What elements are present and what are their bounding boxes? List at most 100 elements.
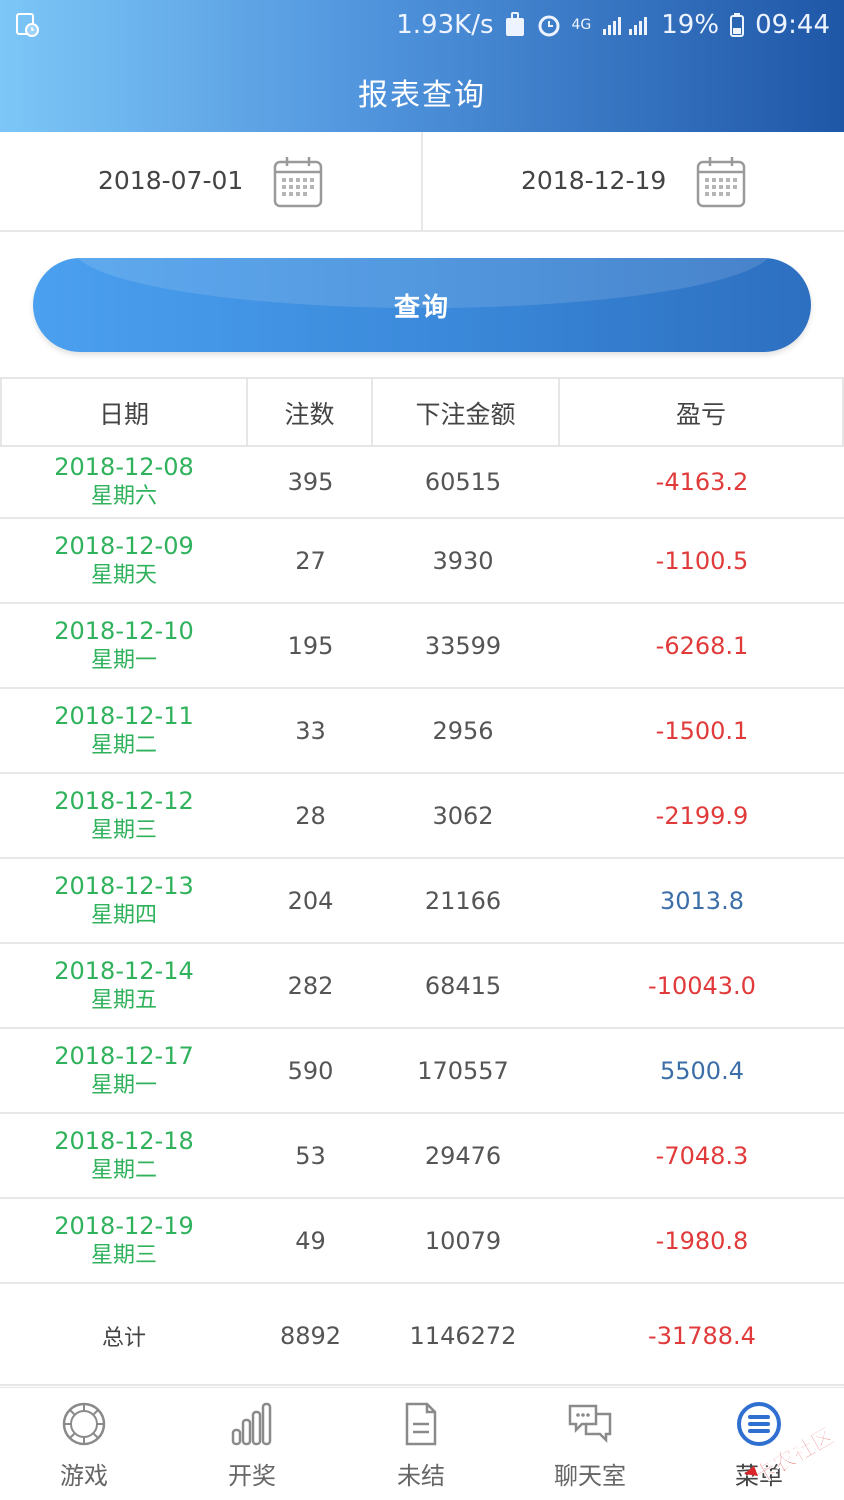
totals-count: 8892 <box>279 1322 342 1350</box>
table-row: 2018-12-13 星期四 204 21166 3013.8 <box>0 859 844 944</box>
row-date-cell: 2018-12-17 星期一 <box>0 1029 248 1112</box>
row-count: 28 <box>295 801 326 830</box>
row-amount: 68415 <box>424 971 502 1000</box>
row-date: 2018-12-11 <box>54 701 194 730</box>
row-weekday: 星期六 <box>90 484 157 509</box>
row-profit-loss: -10043.0 <box>648 971 756 1000</box>
nav-item-games[interactable]: 游戏 <box>0 1388 168 1500</box>
row-count: 282 <box>287 971 334 1000</box>
chat-icon <box>568 1404 612 1444</box>
end-date-field[interactable]: 2018-12-19 <box>423 132 844 232</box>
table-row: 2018-12-10 星期一 195 33599 -6268.1 <box>0 604 844 689</box>
alarm-icon <box>538 15 559 37</box>
table-row: 2018-12-12 星期三 28 3062 -2199.9 <box>0 774 844 859</box>
roulette-icon <box>62 1402 106 1446</box>
row-count: 33 <box>295 716 326 745</box>
date-range-picker: 2018-07-01 2018-12-19 <box>0 132 844 232</box>
row-weekday: 星期二 <box>90 1157 157 1183</box>
calendar-icon[interactable] <box>273 156 323 208</box>
end-date-value: 2018-12-19 <box>521 166 667 195</box>
report-query-screen: 1.93K/s 4G 19% 09:44 报表查询 2018-07-01 201… <box>0 0 844 1500</box>
row-count: 590 <box>287 1056 334 1085</box>
row-date-cell: 2018-12-13 星期四 <box>0 859 248 942</box>
screen-record-icon <box>16 13 39 37</box>
calendar-icon[interactable] <box>696 156 746 208</box>
row-count: 195 <box>287 631 334 660</box>
row-amount: 2956 <box>432 716 494 745</box>
watermark-logo: 卡农社区 <box>734 1422 844 1492</box>
row-weekday: 星期二 <box>90 732 157 758</box>
row-date: 2018-12-19 <box>54 1211 194 1240</box>
battery-percent: 19% <box>661 10 720 40</box>
row-date-cell: 2018-12-19 星期三 <box>0 1199 248 1282</box>
status-bar: 1.93K/s 4G 19% 09:44 <box>0 0 844 54</box>
row-amount: 170557 <box>417 1056 509 1085</box>
document-icon <box>405 1402 437 1446</box>
nav-item-chat-room[interactable]: 聊天室 <box>506 1388 674 1500</box>
row-amount: 29476 <box>424 1141 502 1170</box>
battery-icon <box>730 13 745 37</box>
row-count: 53 <box>295 1141 326 1170</box>
query-button-label: 查询 <box>393 292 450 323</box>
row-profit-loss: -2199.9 <box>655 801 749 830</box>
row-amount: 60515 <box>424 468 502 496</box>
row-amount: 21166 <box>424 886 502 915</box>
row-profit-loss: 3013.8 <box>660 886 744 915</box>
row-date: 2018-12-08 <box>54 453 194 481</box>
query-button[interactable]: 查询 <box>33 258 811 352</box>
table-row: 2018-12-08 星期六 395 60515 -4163.2 <box>0 447 844 519</box>
row-count: 395 <box>287 468 334 496</box>
table-row: 2018-12-14 星期五 282 68415 -10043.0 <box>0 944 844 1029</box>
nav-label: 聊天室 <box>554 1462 626 1490</box>
row-date-cell: 2018-12-10 星期一 <box>0 604 248 687</box>
page-title: 报表查询 <box>358 78 486 113</box>
row-date: 2018-12-18 <box>54 1126 194 1155</box>
totals-amount: 1146272 <box>409 1322 517 1350</box>
nav-label: 未结 <box>397 1462 445 1490</box>
table-header: 日期 注数 下注金额 盈亏 <box>0 377 844 447</box>
row-date: 2018-12-14 <box>54 956 194 985</box>
row-weekday: 星期一 <box>90 1072 157 1098</box>
row-profit-loss: -6268.1 <box>655 631 749 660</box>
row-profit-loss: -4163.2 <box>655 468 749 496</box>
row-amount: 3062 <box>432 801 494 830</box>
column-header-count: 注数 <box>248 379 373 447</box>
row-profit-loss: -7048.3 <box>655 1141 749 1170</box>
start-date-field[interactable]: 2018-07-01 <box>0 132 421 232</box>
row-count: 49 <box>295 1226 326 1255</box>
totals-label: 总计 <box>101 1326 146 1351</box>
totals-profit-loss: -31788.4 <box>648 1322 756 1350</box>
row-date-cell: 2018-12-11 星期二 <box>0 689 248 772</box>
row-count: 204 <box>287 886 334 915</box>
lock-notification-icon <box>505 12 524 36</box>
row-date: 2018-12-17 <box>54 1041 194 1070</box>
row-date-cell: 2018-12-12 星期三 <box>0 774 248 857</box>
row-count: 27 <box>295 546 326 575</box>
row-weekday: 星期五 <box>90 987 157 1013</box>
row-date-cell: 2018-12-14 星期五 <box>0 944 248 1027</box>
row-date: 2018-12-12 <box>54 786 194 815</box>
row-weekday: 星期三 <box>90 817 157 843</box>
bar-chart-icon <box>231 1402 272 1446</box>
status-right: 1.93K/s 4G 19% 09:44 <box>396 10 830 40</box>
row-profit-loss: 5500.4 <box>660 1056 744 1085</box>
table-row: 2018-12-19 星期三 49 10079 -1980.8 <box>0 1199 844 1284</box>
row-date: 2018-12-09 <box>54 531 194 560</box>
bottom-nav: 游戏 开奖 未结 聊天室 菜单 卡农社区 <box>0 1387 844 1500</box>
row-date: 2018-12-10 <box>54 616 194 645</box>
nav-item-unsettled[interactable]: 未结 <box>337 1388 505 1500</box>
row-profit-loss: -1980.8 <box>655 1226 749 1255</box>
row-profit-loss: -1500.1 <box>655 716 749 745</box>
nav-label: 游戏 <box>60 1462 108 1490</box>
row-date-cell: 2018-12-09 星期天 <box>0 519 248 602</box>
table-body: 2018-12-08 星期六 395 60515 -4163.2 2018-12-09 星期… <box>0 447 844 1284</box>
row-weekday: 星期四 <box>90 902 157 928</box>
row-profit-loss: -1100.5 <box>655 546 749 575</box>
table-row: 2018-12-17 星期一 590 170557 5500.4 <box>0 1029 844 1114</box>
row-weekday: 星期一 <box>90 647 157 673</box>
row-weekday: 星期天 <box>90 562 157 588</box>
row-date-cell: 2018-12-08 星期六 <box>0 447 248 517</box>
start-date-value: 2018-07-01 <box>98 166 244 195</box>
totals-row: 总计 8892 1146272 -31788.4 <box>0 1286 844 1386</box>
nav-item-lottery-results[interactable]: 开奖 <box>168 1388 336 1500</box>
